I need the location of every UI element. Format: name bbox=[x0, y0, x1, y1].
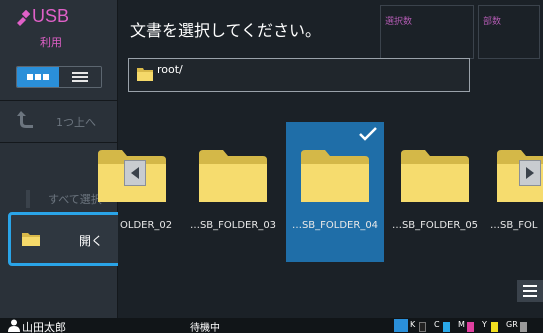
folder-label: OLDER_02 bbox=[120, 220, 173, 231]
user-icon bbox=[8, 319, 20, 332]
usb-title: USB bbox=[32, 6, 70, 26]
ink-level-k: K bbox=[410, 320, 430, 332]
ink-letter: Y bbox=[482, 320, 487, 329]
folder-item[interactable]: …SB_FOL bbox=[486, 122, 543, 262]
open-label: 開く bbox=[79, 234, 104, 248]
path-field: root/ bbox=[128, 58, 470, 92]
usb-icon bbox=[17, 10, 30, 26]
ink-letter: M bbox=[458, 320, 465, 329]
up-one-level-label: 1つ上へ bbox=[56, 116, 96, 129]
scroll-left-button[interactable] bbox=[124, 160, 146, 186]
selected-count-box: 選択数 bbox=[380, 5, 474, 59]
main-panel: 文書を選択してください。 選択数 部数 root/ OLDER_02 …SB_F… bbox=[98, 0, 543, 318]
up-one-level-button[interactable]: 1つ上へ bbox=[0, 100, 118, 142]
ink-bar bbox=[520, 322, 527, 332]
folder-icon bbox=[401, 150, 469, 202]
machine-status: 待機中 bbox=[190, 323, 220, 333]
pages-box: 部数 bbox=[478, 5, 540, 59]
folder-item[interactable]: …SB_FOLDER_03 bbox=[184, 122, 282, 262]
selected-count-label: 選択数 bbox=[385, 17, 413, 27]
ink-bar bbox=[419, 322, 426, 332]
view-toggle bbox=[16, 66, 102, 88]
user-name: 山田太郎 bbox=[22, 321, 66, 333]
chevron-left-icon bbox=[131, 167, 139, 179]
ink-level-m: M bbox=[458, 320, 478, 332]
menu-icon bbox=[523, 285, 537, 287]
ink-letter: K bbox=[410, 320, 416, 329]
menu-button[interactable] bbox=[517, 280, 543, 302]
ink-level-gr: GR bbox=[506, 320, 536, 332]
ink-bar bbox=[443, 322, 450, 332]
folder-item[interactable]: …SB_FOLDER_05 bbox=[386, 122, 484, 262]
ink-letter: GR bbox=[506, 320, 518, 329]
usb-subtitle: 利用 bbox=[40, 36, 62, 49]
open-button[interactable]: 開く bbox=[8, 212, 124, 266]
folder-carousel: OLDER_02 …SB_FOLDER_03 …SB_FOLDER_04 …SB… bbox=[98, 122, 543, 262]
ink-level-c: C bbox=[434, 320, 454, 332]
status-indicator-icon bbox=[394, 319, 408, 332]
status-bar: 山田太郎 待機中 K C M Y GR bbox=[0, 318, 543, 333]
folder-item[interactable]: OLDER_02 bbox=[98, 122, 182, 262]
ink-bar bbox=[467, 322, 474, 332]
chevron-right-icon bbox=[526, 167, 534, 179]
screen: USB 利用 1つ上へ すべて選択 開く 文書を選択してください。 選択数 部数… bbox=[0, 0, 543, 333]
open-folder-icon bbox=[22, 233, 40, 246]
pages-label: 部数 bbox=[483, 17, 502, 27]
grid-view-button[interactable] bbox=[17, 67, 59, 87]
select-all-label: すべて選択 bbox=[48, 193, 102, 206]
list-view-button[interactable] bbox=[59, 67, 101, 87]
folder-label: …SB_FOLDER_05 bbox=[391, 220, 479, 231]
up-arrow-icon bbox=[17, 111, 33, 128]
usb-header: USB 利用 bbox=[10, 6, 110, 50]
scroll-right-button[interactable] bbox=[519, 160, 541, 186]
folder-item-selected[interactable]: …SB_FOLDER_04 bbox=[286, 122, 384, 262]
ink-bar bbox=[491, 322, 498, 332]
check-icon bbox=[359, 127, 377, 141]
select-all-checkbox-icon bbox=[26, 190, 30, 208]
folder-label: …SB_FOLDER_04 bbox=[291, 220, 379, 231]
page-title: 文書を選択してください。 bbox=[130, 21, 322, 40]
folder-label: …SB_FOLDER_03 bbox=[189, 220, 277, 231]
ink-level-y: Y bbox=[482, 320, 502, 332]
folder-icon bbox=[199, 150, 267, 202]
current-path: root/ bbox=[157, 63, 183, 76]
folder-icon bbox=[137, 68, 153, 81]
list-icon bbox=[72, 72, 88, 82]
folder-label: …SB_FOL bbox=[490, 220, 538, 231]
grid-icon bbox=[27, 74, 49, 80]
divider bbox=[0, 142, 118, 143]
ink-letter: C bbox=[434, 320, 440, 329]
folder-icon bbox=[301, 150, 369, 202]
